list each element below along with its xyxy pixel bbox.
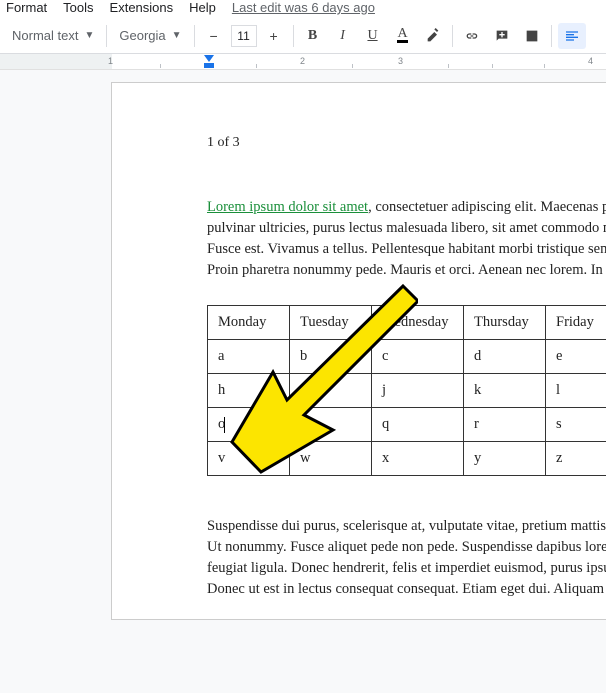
style-dropdown[interactable]: Normal text ▼: [6, 24, 100, 47]
doc-table[interactable]: Monday Tuesday Wednesday Thursday Friday…: [207, 305, 606, 476]
text-color-button[interactable]: A: [390, 23, 416, 49]
link-icon: [464, 28, 480, 44]
ruler-number: 3: [398, 56, 403, 66]
align-button[interactable]: [558, 23, 586, 49]
table-cell-active[interactable]: o ▾: [208, 408, 290, 442]
table-cell[interactable]: w: [290, 442, 372, 476]
ruler-number: 2: [300, 56, 305, 66]
table-header-cell[interactable]: Monday: [208, 306, 290, 340]
table-header-cell[interactable]: Wednesday: [372, 306, 464, 340]
underline-button[interactable]: U: [360, 23, 386, 49]
font-size-input[interactable]: 11: [231, 25, 257, 47]
table-row[interactable]: h i j k l: [208, 374, 606, 408]
menu-format[interactable]: Format: [6, 0, 47, 15]
last-edit-link[interactable]: Last edit was 6 days ago: [232, 0, 375, 15]
table-header-cell[interactable]: Friday: [546, 306, 606, 340]
separator: [452, 25, 453, 47]
cell-dropdown-handle[interactable]: ▾: [271, 420, 283, 430]
table-row[interactable]: v w x y z: [208, 442, 606, 476]
separator: [194, 25, 195, 47]
image-icon: [524, 28, 540, 44]
insert-comment-button[interactable]: [489, 23, 515, 49]
table-cell[interactable]: r: [464, 408, 546, 442]
table-cell[interactable]: a: [208, 340, 290, 374]
text-cursor: [224, 417, 225, 433]
table-cell[interactable]: k: [464, 374, 546, 408]
font-label: Georgia: [119, 28, 165, 43]
table-cell[interactable]: j: [372, 374, 464, 408]
document-page[interactable]: 1 of 3 Lorem ipsum dolor sit amet, conse…: [111, 82, 606, 620]
table-header-cell[interactable]: Tuesday: [290, 306, 372, 340]
table-cell[interactable]: l: [546, 374, 606, 408]
table-cell[interactable]: z: [546, 442, 606, 476]
document-canvas[interactable]: 1 of 3 Lorem ipsum dolor sit amet, conse…: [0, 70, 606, 693]
ruler-left-margin[interactable]: [204, 63, 214, 68]
table-cell[interactable]: v: [208, 442, 290, 476]
style-label: Normal text: [12, 28, 78, 43]
separator: [551, 25, 552, 47]
insert-image-button[interactable]: [519, 23, 545, 49]
comment-icon: [494, 28, 510, 44]
chevron-down-icon: ▼: [84, 30, 94, 41]
font-decrease-button[interactable]: −: [201, 23, 227, 49]
table-cell[interactable]: d: [464, 340, 546, 374]
insert-link-button[interactable]: [459, 23, 485, 49]
italic-button[interactable]: I: [330, 23, 356, 49]
table-cell[interactable]: x: [372, 442, 464, 476]
table-cell[interactable]: s: [546, 408, 606, 442]
table-cell[interactable]: b: [290, 340, 372, 374]
table-cell[interactable]: q: [372, 408, 464, 442]
ruler-number: 4: [588, 56, 593, 66]
menu-help[interactable]: Help: [189, 0, 216, 15]
bold-button[interactable]: B: [300, 23, 326, 49]
separator: [106, 25, 107, 47]
table-cell[interactable]: p: [290, 408, 372, 442]
menu-tools[interactable]: Tools: [63, 0, 93, 15]
menubar: Format Tools Extensions Help Last edit w…: [0, 0, 606, 18]
separator: [293, 25, 294, 47]
font-increase-button[interactable]: +: [261, 23, 287, 49]
table-header-row[interactable]: Monday Tuesday Wednesday Thursday Friday: [208, 306, 606, 340]
ruler[interactable]: 1 2 3 4: [0, 54, 606, 70]
chevron-down-icon: ▼: [172, 30, 182, 41]
table-cell[interactable]: e: [546, 340, 606, 374]
table-cell[interactable]: h: [208, 374, 290, 408]
table-cell[interactable]: y: [464, 442, 546, 476]
highlight-icon: [425, 28, 441, 44]
table-row[interactable]: o ▾ p q r s: [208, 408, 606, 442]
table-header-cell[interactable]: Thursday: [464, 306, 546, 340]
toolbar: Normal text ▼ Georgia ▼ − 11 + B I U A: [0, 18, 606, 54]
paragraph[interactable]: Lorem ipsum dolor sit amet, consectetuer…: [207, 197, 606, 281]
highlight-button[interactable]: [420, 23, 446, 49]
ruler-number: 1: [108, 56, 113, 66]
ruler-indent-marker[interactable]: [204, 55, 214, 62]
menu-extensions[interactable]: Extensions: [110, 0, 174, 15]
table-cell[interactable]: c: [372, 340, 464, 374]
table-row[interactable]: a b c d e: [208, 340, 606, 374]
font-dropdown[interactable]: Georgia ▼: [113, 24, 187, 47]
paragraph[interactable]: Suspendisse dui purus, scelerisque at, v…: [207, 516, 606, 600]
align-left-icon: [564, 28, 580, 44]
page-number: 1 of 3: [207, 133, 606, 153]
table-cell[interactable]: i: [290, 374, 372, 408]
hyperlink[interactable]: Lorem ipsum dolor sit amet: [207, 199, 368, 215]
